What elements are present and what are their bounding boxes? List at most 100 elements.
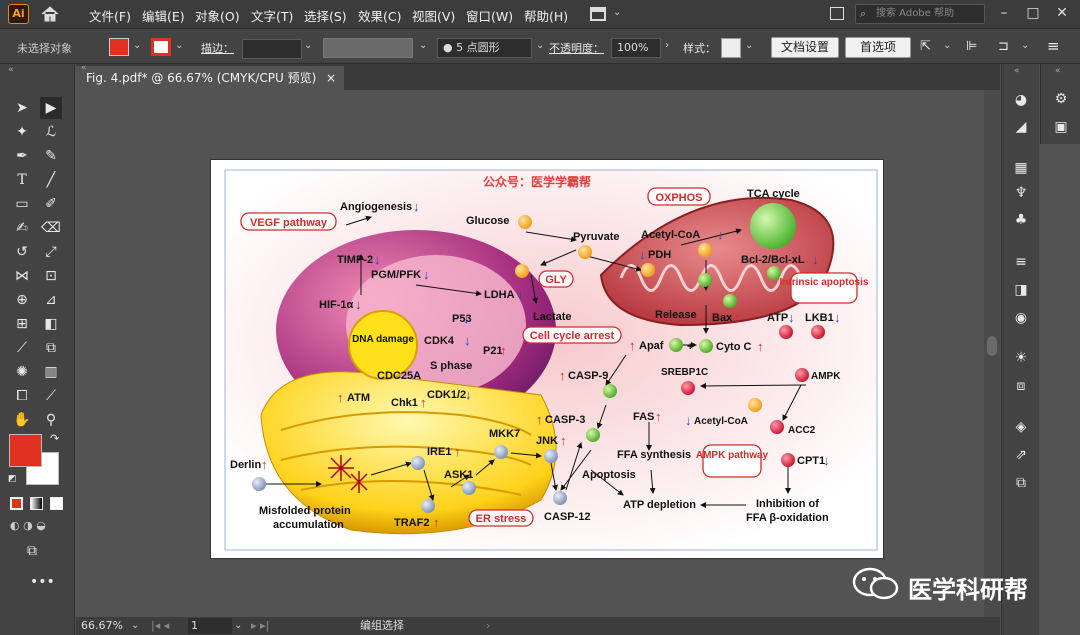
- search-input[interactable]: 搜索 Adobe 帮助: [855, 4, 985, 24]
- rotate-tool-icon[interactable]: ↺: [11, 241, 33, 263]
- menu-select[interactable]: 选择(S): [304, 6, 347, 25]
- scale-tool-icon[interactable]: ⤢: [40, 241, 62, 263]
- zoom-level[interactable]: 66.67%: [81, 617, 123, 635]
- more-tools-icon[interactable]: •••: [30, 574, 55, 590]
- artboards-panel-icon[interactable]: ⧉: [1010, 472, 1032, 494]
- layers-panel-icon[interactable]: ◈: [1010, 416, 1032, 438]
- maximize-button[interactable]: □: [1024, 4, 1042, 22]
- collapse-icon[interactable]: «: [8, 65, 14, 75]
- style-swatch[interactable]: [721, 38, 741, 58]
- menu-view[interactable]: 视图(V): [412, 6, 455, 25]
- expand-properties-icon[interactable]: «: [1055, 66, 1061, 76]
- gradient-mode-icon[interactable]: [30, 497, 43, 510]
- artboard-number[interactable]: 1: [188, 618, 232, 634]
- zoom-tool-icon[interactable]: ⚲: [40, 409, 62, 431]
- line-tool-icon[interactable]: ╱: [40, 169, 62, 191]
- stroke-swatch[interactable]: [151, 38, 171, 56]
- graphic-styles-icon[interactable]: ⧈: [1010, 375, 1032, 397]
- home-icon[interactable]: [40, 5, 60, 23]
- rectangle-tool-icon[interactable]: ▭: [11, 193, 33, 215]
- direct-selection-tool-icon[interactable]: ▶: [40, 97, 62, 119]
- column-graph-icon[interactable]: ▥: [40, 361, 62, 383]
- none-mode-icon[interactable]: [50, 497, 63, 510]
- artboard[interactable]: 公众号：医学学霸帮 VEGF pathway OXPHOS GLY Cell c…: [211, 160, 883, 558]
- fill-color-box[interactable]: [9, 434, 42, 467]
- eyedropper-icon[interactable]: ⟋: [11, 337, 33, 359]
- stroke-weight-dropdown-icon[interactable]: ⌄: [304, 40, 312, 51]
- arrange-documents-icon[interactable]: [830, 7, 844, 20]
- paintbrush-icon[interactable]: ✐: [40, 193, 62, 215]
- status-arrow-icon[interactable]: ›: [486, 617, 490, 635]
- brushes-panel-icon[interactable]: ♆: [1010, 182, 1032, 204]
- default-colors-icon[interactable]: ◩: [8, 474, 17, 484]
- properties-panel-icon[interactable]: ⚙: [1050, 88, 1072, 110]
- brush-dropdown-icon[interactable]: ⌄: [536, 40, 544, 51]
- color-panel-icon[interactable]: ◕: [1010, 89, 1032, 111]
- document-setup-button[interactable]: 文档设置: [771, 37, 839, 58]
- stroke-dropdown-icon[interactable]: ⌄: [175, 40, 183, 51]
- eraser-icon[interactable]: ⌫: [40, 217, 62, 239]
- type-tool-icon[interactable]: T: [11, 169, 33, 191]
- mesh-tool-icon[interactable]: ⊞: [11, 313, 33, 335]
- free-transform-icon[interactable]: ⊡: [40, 265, 62, 287]
- color-guide-icon[interactable]: ◢: [1010, 116, 1032, 138]
- app-logo[interactable]: Ai: [8, 4, 29, 24]
- minimize-button[interactable]: –: [995, 4, 1013, 22]
- perspective-grid-icon[interactable]: ⊿: [40, 289, 62, 311]
- preferences-button[interactable]: 首选项: [845, 37, 911, 58]
- menu-file[interactable]: 文件(F): [89, 6, 131, 25]
- fill-dropdown-icon[interactable]: ⌄: [133, 40, 141, 51]
- scroll-thumb[interactable]: [987, 336, 997, 356]
- stroke-panel-icon[interactable]: ≡: [1010, 251, 1032, 273]
- style-dropdown-icon[interactable]: ⌄: [745, 40, 753, 51]
- swatches-panel-icon[interactable]: ▦: [1010, 157, 1032, 179]
- artboard-nav-next-icon[interactable]: ▸ ▸|: [251, 617, 269, 635]
- menu-effect[interactable]: 效果(C): [358, 6, 401, 25]
- export-panel-icon[interactable]: ⇗: [1010, 444, 1032, 466]
- gradient-tool-icon[interactable]: ◧: [40, 313, 62, 335]
- profile-dropdown-icon[interactable]: ⌄: [419, 40, 427, 51]
- close-tab-button[interactable]: ×: [326, 66, 336, 90]
- variable-width-profile[interactable]: [323, 38, 413, 58]
- brush-definition[interactable]: ● 5 点圆形: [437, 38, 532, 58]
- zoom-dropdown-icon[interactable]: ⌄: [131, 617, 139, 635]
- artboard-nav-prev-icon[interactable]: |◂ ◂: [151, 617, 169, 635]
- appearance-panel-icon[interactable]: ☀: [1010, 347, 1032, 369]
- menu-type[interactable]: 文字(T): [251, 6, 293, 25]
- transform-dropdown-icon[interactable]: ⌄: [943, 40, 951, 51]
- swap-colors-icon[interactable]: ↷: [50, 432, 59, 445]
- opacity-input[interactable]: 100%: [611, 38, 661, 58]
- magic-wand-icon[interactable]: ✦: [11, 121, 33, 143]
- tab-collapse-icon[interactable]: «: [81, 63, 87, 73]
- panel-menu-icon[interactable]: ≡: [1047, 37, 1060, 55]
- stroke-weight-stepper[interactable]: [242, 39, 302, 59]
- gradient-panel-icon[interactable]: ◨: [1010, 279, 1032, 301]
- stroke-label[interactable]: 描边：: [201, 40, 234, 56]
- expand-panels-icon[interactable]: «: [1014, 66, 1020, 76]
- arrange-icon[interactable]: ⊐: [998, 39, 1009, 54]
- color-mode-icon[interactable]: [10, 497, 23, 510]
- menu-help[interactable]: 帮助(H): [524, 6, 568, 25]
- opacity-arrow-icon[interactable]: ›: [665, 40, 669, 51]
- artboard-tool-icon[interactable]: ⧠: [11, 385, 33, 407]
- pen-tool-icon[interactable]: ✒: [11, 145, 33, 167]
- opacity-label[interactable]: 不透明度：: [549, 40, 604, 56]
- menu-edit[interactable]: 编辑(E): [142, 6, 185, 25]
- fill-swatch[interactable]: [109, 38, 129, 56]
- lasso-icon[interactable]: ℒ: [40, 121, 62, 143]
- transform-icon[interactable]: ⇱: [920, 39, 931, 54]
- chevron-down-icon[interactable]: ⌄: [613, 7, 621, 18]
- align-icon[interactable]: ⊫: [966, 39, 977, 54]
- shape-builder-icon[interactable]: ⊕: [11, 289, 33, 311]
- screen-mode-icon[interactable]: ⧉: [27, 543, 37, 559]
- symbols-panel-icon[interactable]: ♣: [1010, 209, 1032, 231]
- libraries-panel-icon[interactable]: ▣: [1050, 116, 1072, 138]
- hand-tool-icon[interactable]: ✋: [11, 409, 33, 431]
- document-tab[interactable]: Fig. 4.pdf* @ 66.67% (CMYK/CPU 预览) ×: [76, 66, 344, 90]
- vertical-scrollbar[interactable]: [984, 90, 1000, 617]
- draw-mode-icons[interactable]: ◐ ◑ ◒: [10, 519, 46, 532]
- artboard-dropdown-icon[interactable]: ⌄: [234, 617, 242, 635]
- transparency-panel-icon[interactable]: ◉: [1010, 307, 1032, 329]
- width-tool-icon[interactable]: ⋈: [11, 265, 33, 287]
- symbol-sprayer-icon[interactable]: ✺: [11, 361, 33, 383]
